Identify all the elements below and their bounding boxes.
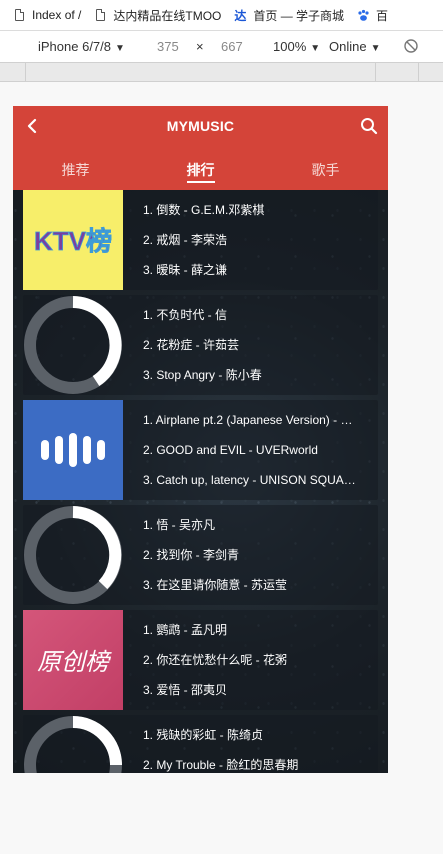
tab-ranking[interactable]: 排行 [138,146,263,190]
bookmarks-bar: Index of / 达内精品在线TMOO 达 首页 — 学子商城 百 [0,0,443,31]
bookmark-tmooc[interactable]: 达内精品在线TMOO [93,7,221,24]
rotate-icon[interactable] [403,38,419,57]
cover-text: KTV榜 [34,226,112,256]
bookmark-label: 达内精品在线TMOO [113,8,222,23]
song-item: 2. GOOD and EVIL - UVERworld [143,443,318,457]
chart-card[interactable]: 1. 残缺的彩虹 - 陈绮贞 2. My Trouble - 脸红的思春期 3. [23,715,378,773]
song-item: 1. 不负时代 - 信 [143,308,228,322]
song-item: 3. 爱悟 - 邵夷贝 [143,683,228,697]
bookmark-label: 百 [376,8,389,23]
song-item: 1. 残缺的彩虹 - 陈绮贞 [143,728,264,742]
chart-card[interactable]: KTV榜 1. 倒数 - G.E.M.邓紫棋 2. 戒烟 - 李荣浩 3. 暧昧… [23,190,378,290]
document-icon [12,8,26,22]
ktv-chart-cover: KTV榜 [23,190,123,290]
song-item: 3. 在这里请你随意 - 苏运莹 [143,578,288,592]
chart-card[interactable]: 原创榜 1. 鹦鹉 - 孟凡明 2. 你还在忧愁什么呢 - 花粥 3. 爱悟 -… [23,610,378,710]
dropdown-arrow-icon: ▼ [310,43,321,54]
cover-text: 原创榜 [37,649,112,676]
paw-icon [356,8,370,22]
network-select[interactable]: Online ▼ [329,39,380,54]
height-input[interactable]: 667 [221,39,243,54]
song-item: 3. Catch up, latency - UNISON SQUARE GAR… [143,473,358,487]
song-item: 2. 你还在忧愁什么呢 - 花粥 [143,653,288,667]
da-logo-icon: 达 [234,8,247,23]
chart-card[interactable]: 1. 不负时代 - 信 2. 花粉症 - 许茹芸 3. Stop Angry -… [23,295,378,395]
bookmark-xuezi[interactable]: 达 首页 — 学子商城 [233,7,344,24]
bookmark-baidu[interactable]: 百 [356,7,388,24]
document-icon [93,8,107,22]
times-sign: × [196,39,204,54]
song-item: 3. Stop Angry - 陈小春 [143,368,262,382]
audio-bars-cover [23,400,123,500]
song-item: 2. 花粉症 - 许茹芸 [143,338,240,352]
song-item: 2. My Trouble - 脸红的思春期 [143,758,299,772]
device-toolbar: iPhone 6/7/8 ▼ 375 × 667 100% ▼ Online ▼ [0,31,443,62]
song-item: 2. 找到你 - 李剑青 [143,548,240,562]
zoom-select[interactable]: 100% ▼ [273,39,320,54]
bookmark-label: 首页 — 学子商城 [253,8,345,23]
song-item: 1. 倒数 - G.E.M.邓紫棋 [143,203,265,217]
dropdown-arrow-icon: ▼ [370,43,381,54]
width-input[interactable]: 375 [157,39,179,54]
loading-spinner-cover [23,505,123,605]
search-icon[interactable] [360,117,378,135]
media-query-ruler [0,62,443,82]
original-chart-cover: 原创榜 [23,610,123,710]
loading-spinner-cover [23,295,123,395]
phone-viewport: MYMUSIC 推荐 排行 歌手 KTV榜 1. 倒数 - G.E.M.邓紫棋 … [13,106,388,773]
song-item: 1. Airplane pt.2 (Japanese Version) - 防弹… [143,413,358,427]
song-item: 2. 戒烟 - 李荣浩 [143,233,228,247]
chart-card[interactable]: 1. 悟 - 吴亦凡 2. 找到你 - 李剑青 3. 在这里请你随意 - 苏运莹 [23,505,378,605]
device-select[interactable]: iPhone 6/7/8 ▼ [38,39,125,54]
song-item: 3. 暧昧 - 薛之谦 [143,263,228,277]
song-item: 1. 悟 - 吴亦凡 [143,518,216,532]
dropdown-arrow-icon: ▼ [115,43,125,54]
bookmark-index[interactable]: Index of / [12,8,81,22]
song-item: 1. 鹦鹉 - 孟凡明 [143,623,228,637]
tab-recommend[interactable]: 推荐 [13,146,138,190]
chart-card[interactable]: 1. Airplane pt.2 (Japanese Version) - 防弹… [23,400,378,500]
app-header: MYMUSIC 推荐 排行 歌手 [13,106,388,190]
loading-spinner-cover [23,715,123,773]
app-title: MYMUSIC [166,118,235,134]
tab-bar: 推荐 排行 歌手 [13,146,388,190]
chart-list: KTV榜 1. 倒数 - G.E.M.邓紫棋 2. 戒烟 - 李荣浩 3. 暧昧… [23,190,378,773]
tab-singer[interactable]: 歌手 [263,146,388,190]
bookmark-label: Index of / [32,8,82,22]
